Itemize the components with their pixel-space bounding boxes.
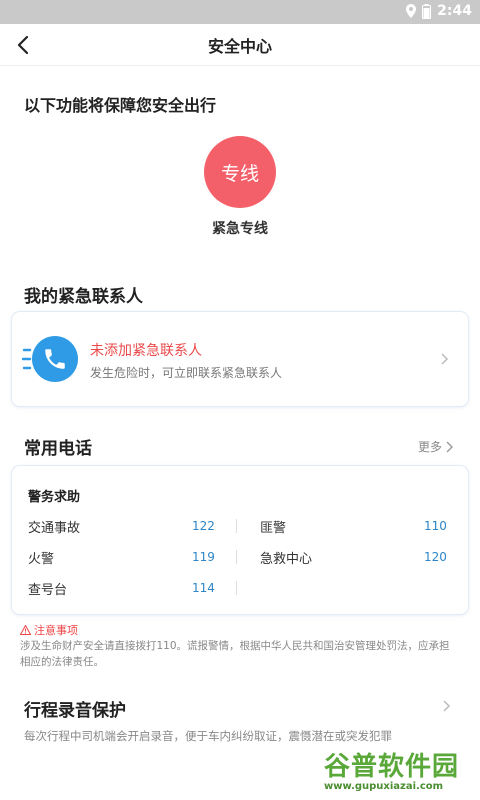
chevron-right-icon[interactable] — [440, 700, 452, 712]
phone-number-fire[interactable]: 119 — [192, 550, 215, 564]
divider — [236, 519, 237, 533]
divider — [236, 581, 237, 595]
emergency-contact-card[interactable]: 未添加紧急联系人 发生危险时，可立即联系紧急联系人 — [12, 312, 468, 406]
status-icons: 2:44 — [406, 3, 472, 19]
notice-title-row: 注意事项 — [20, 622, 78, 638]
features-heading: 以下功能将保障您安全出行 — [24, 96, 217, 115]
chevron-right-icon — [441, 353, 449, 365]
warning-icon — [20, 625, 31, 635]
phone-number-traffic[interactable]: 122 — [192, 519, 215, 533]
phone-item-ambulance[interactable]: 急救中心 — [260, 548, 312, 567]
more-link[interactable]: 更多 — [418, 438, 454, 455]
watermark: 谷普软件园 www.gupuxiazai.com — [324, 746, 474, 796]
common-phones-card: 警务求助 交通事故 122 匪警 110 火警 119 急救中心 120 查号台… — [12, 466, 468, 614]
hotline-label: 紧急专线 — [212, 221, 268, 237]
hotline-icon-text: 专线 — [220, 162, 259, 185]
phone-icon — [32, 336, 78, 382]
phone-item-fire[interactable]: 火警 — [28, 548, 54, 567]
signal-lines-icon — [22, 348, 32, 370]
nav-bar: 安全中心 — [0, 24, 480, 66]
notice-title: 注意事项 — [34, 624, 78, 637]
battery-icon — [422, 3, 432, 19]
divider — [236, 550, 237, 564]
back-button[interactable] — [10, 32, 36, 58]
common-phones-heading: 常用电话 — [24, 439, 92, 459]
location-icon — [406, 4, 417, 18]
phone-number-ambulance[interactable]: 120 — [424, 550, 447, 564]
more-label: 更多 — [417, 440, 442, 454]
record-heading: 行程录音保护 — [24, 701, 126, 721]
phone-number-directory[interactable]: 114 — [192, 581, 215, 595]
contact-description: 发生危险时，可立即联系紧急联系人 — [90, 366, 283, 380]
phone-item-directory[interactable]: 查号台 — [28, 579, 67, 598]
contact-status: 未添加紧急联系人 — [90, 343, 202, 359]
chevron-left-icon — [17, 35, 29, 55]
phone-category: 警务求助 — [28, 490, 81, 505]
emergency-hotline-button[interactable]: 专线 — [204, 136, 276, 208]
page-title: 安全中心 — [207, 36, 272, 56]
status-bar: 2:44 — [0, 0, 480, 24]
phone-number-police[interactable]: 110 — [424, 519, 447, 533]
phone-item-traffic[interactable]: 交通事故 — [28, 517, 80, 536]
status-time: 2:44 — [437, 3, 472, 19]
record-description: 每次行程中司机端会开启录音，便于车内纠纷取证，震慑潜在或突发犯罪 — [24, 729, 392, 743]
watermark-main: 谷普软件园 — [324, 752, 460, 782]
notice-body: 涉及生命财产安全请直接拨打110。谎报警情，根据中华人民共和国治安管理处罚法，应… — [20, 640, 450, 668]
contacts-heading: 我的紧急联系人 — [24, 287, 143, 307]
chevron-right-icon — [446, 441, 453, 452]
phone-item-police[interactable]: 匪警 — [260, 517, 286, 536]
